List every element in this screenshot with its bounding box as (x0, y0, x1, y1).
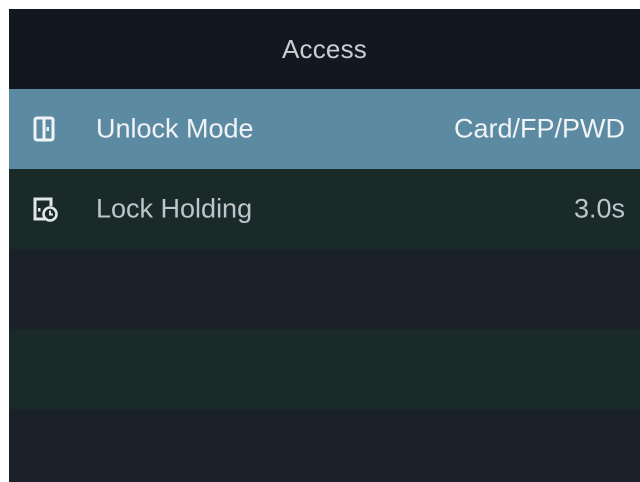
header-bar: Access (9, 9, 640, 89)
empty-row (9, 329, 640, 409)
menu-item-label: Lock Holding (96, 193, 253, 224)
empty-row (9, 409, 640, 482)
page-title: Access (281, 33, 367, 64)
door-timer-icon (31, 195, 58, 223)
menu-item-value: 3.0s (573, 193, 625, 224)
menu-item-value: Card/FP/PWD (453, 113, 625, 144)
menu-item-unlock-mode[interactable]: Unlock Mode Card/FP/PWD (9, 89, 640, 169)
empty-row (9, 249, 640, 329)
menu-item-lock-holding[interactable]: Lock Holding 3.0s (9, 169, 640, 249)
device-screen: Access Unlock Mode Card/FP/PWD Lock Hold… (9, 9, 640, 482)
door-icon (31, 115, 57, 143)
menu-item-label: Unlock Mode (96, 113, 254, 144)
